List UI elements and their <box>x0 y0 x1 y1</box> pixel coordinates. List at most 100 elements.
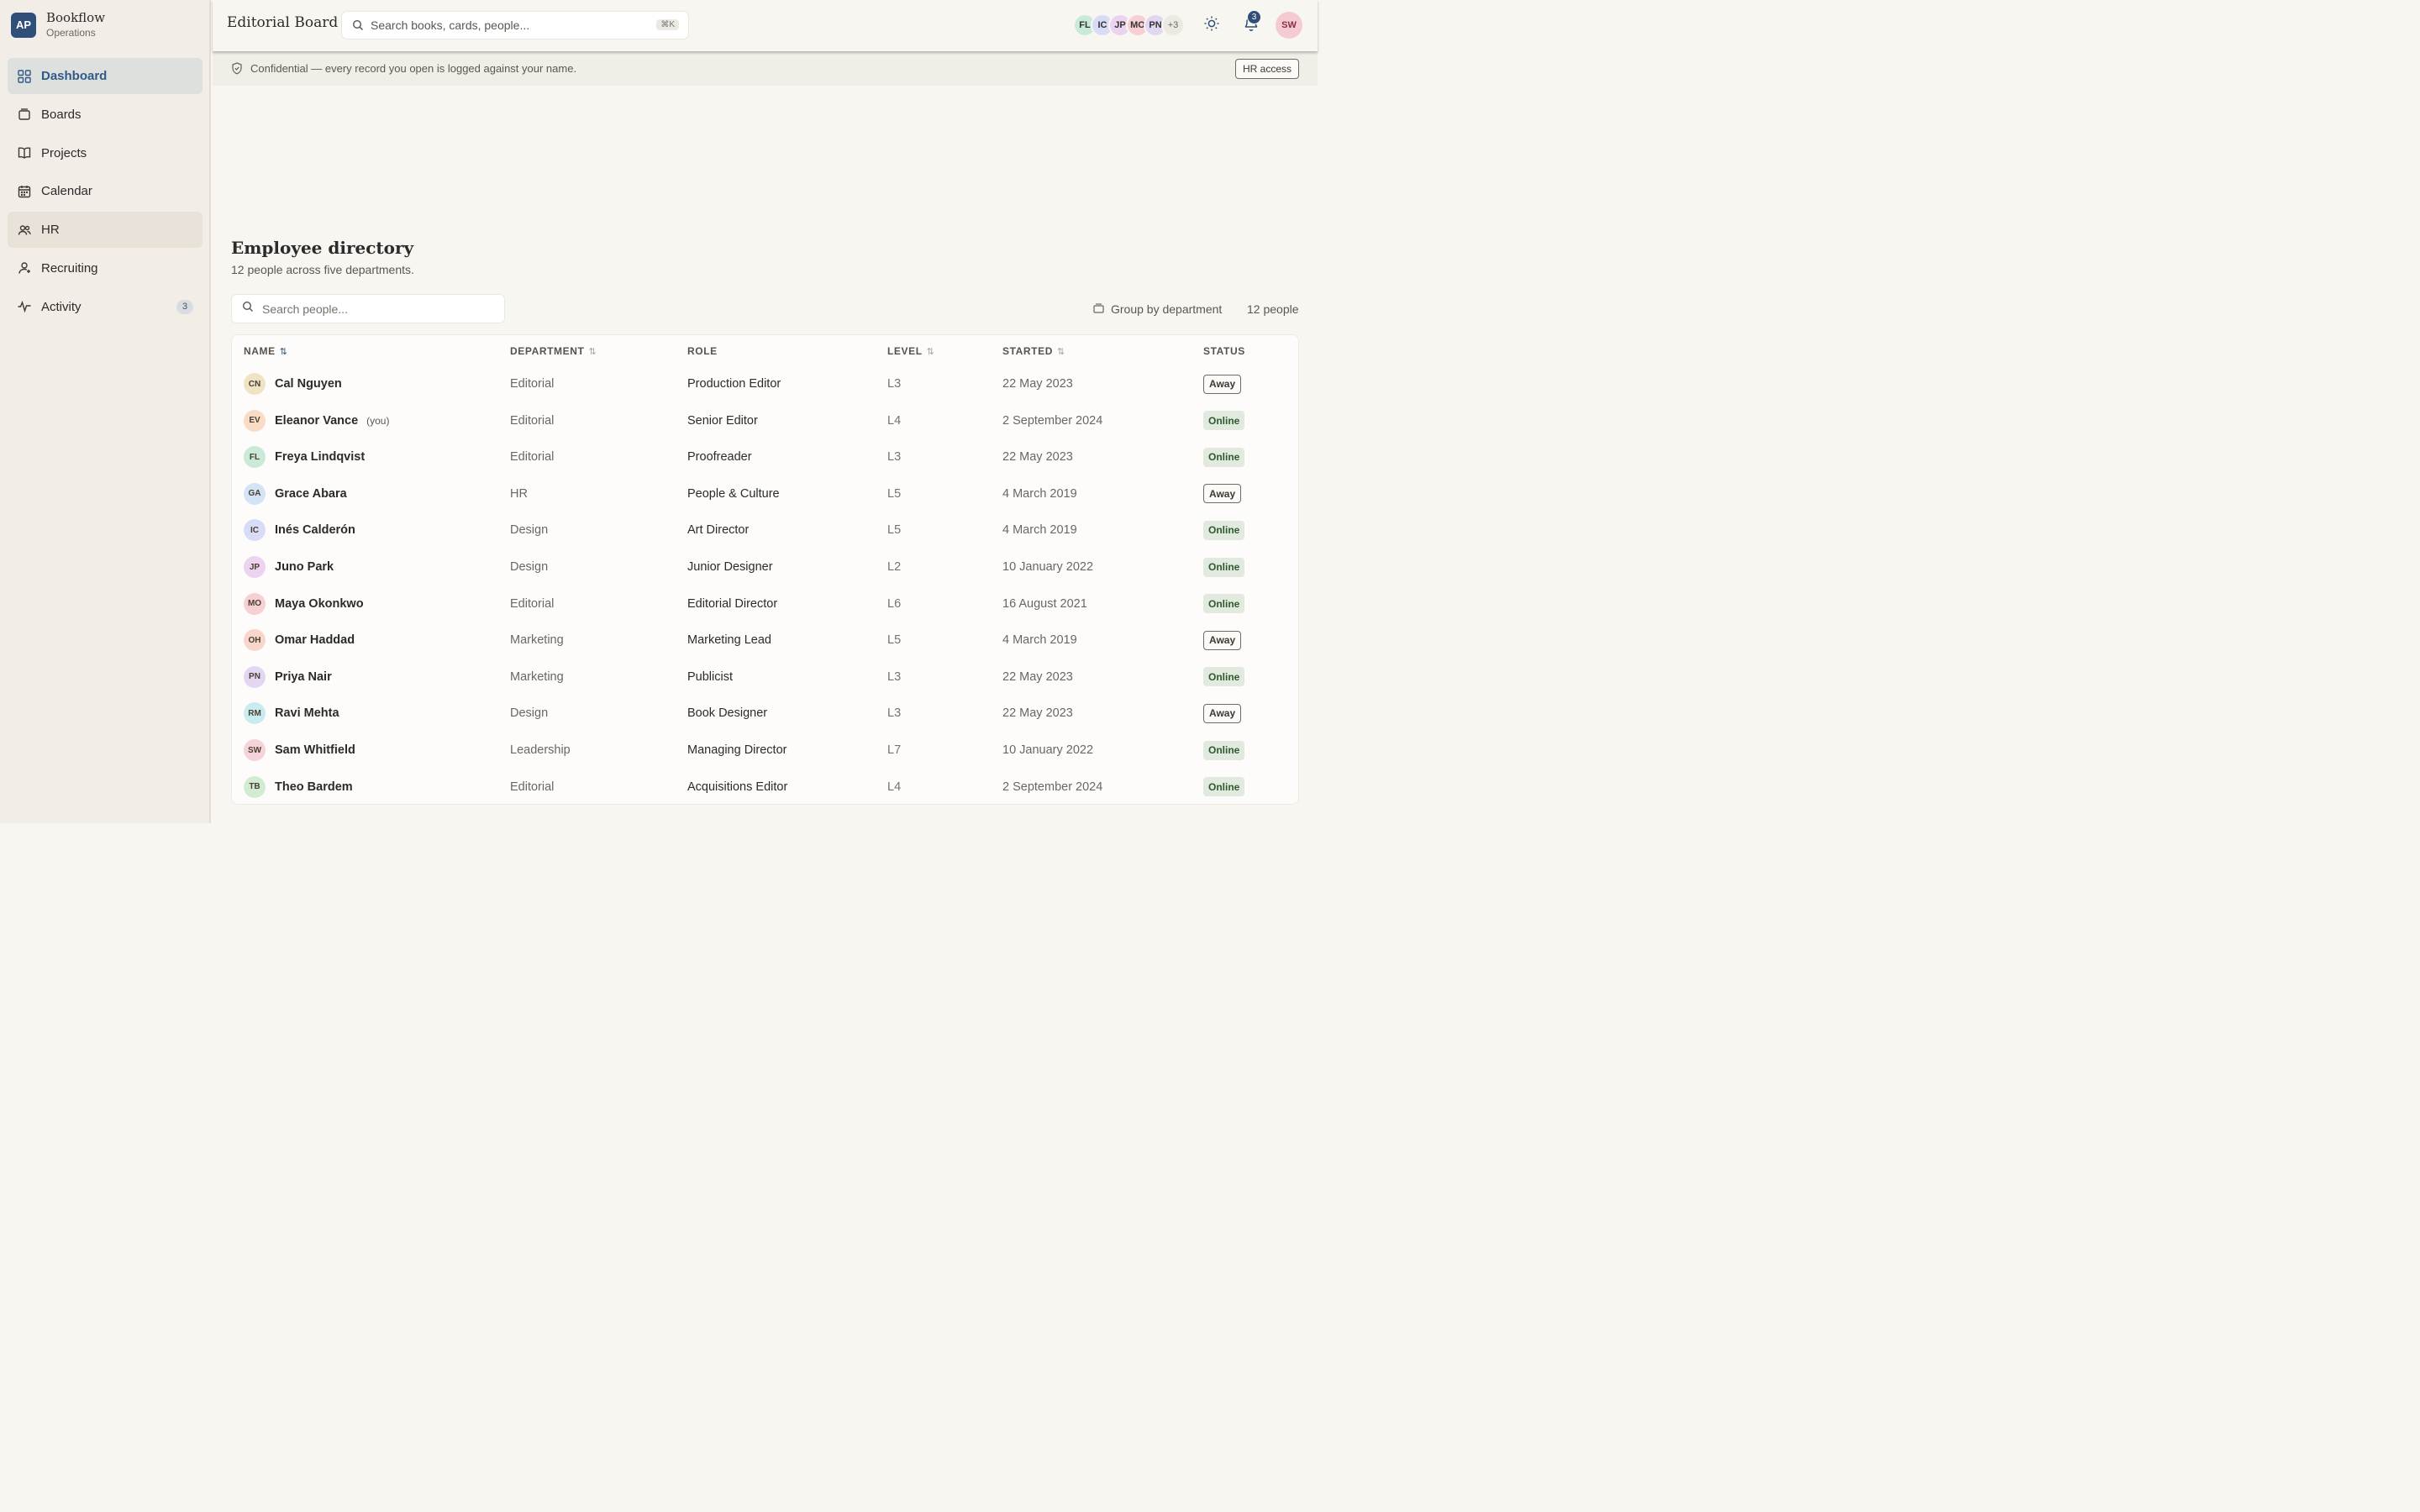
status-cell: Away <box>1203 622 1242 659</box>
status-cell: Online <box>1203 512 1245 549</box>
table-row[interactable]: SW Sam Whitfield Leadership Managing Direct… <box>232 732 1300 769</box>
employee-name: Eleanor Vance <box>275 413 359 428</box>
employee-name: Grace Abara <box>275 486 347 501</box>
column-header-started[interactable]: STARTED ⇅ <box>1002 345 1065 357</box>
level-cell: L7 <box>887 743 902 757</box>
global-search[interactable]: ⌘K <box>341 11 689 39</box>
sort-icon: ⇅ <box>1056 346 1065 357</box>
department-cell: Leadership <box>510 743 571 757</box>
role-cell: Acquisitions Editor <box>687 780 788 794</box>
theme-toggle-button[interactable] <box>1202 15 1222 35</box>
search-icon <box>242 301 254 317</box>
role-cell: Managing Director <box>687 743 787 757</box>
table-row[interactable]: GA Grace Abara HR People & Culture L5 4 March… <box>232 475 1300 512</box>
table-row[interactable]: MO Maya Okonkwo Editorial Editorial Directo… <box>232 585 1300 622</box>
employee-name: Priya Nair <box>275 669 332 684</box>
hr-access-button[interactable]: HR access <box>1234 59 1299 79</box>
employee-name: Juno Park <box>275 560 334 574</box>
started-cell: 4 March 2019 <box>1002 633 1077 648</box>
started-cell: 4 March 2019 <box>1002 523 1077 538</box>
group-by-department-toggle[interactable]: Group by department <box>1093 302 1222 316</box>
global-search-input[interactable] <box>371 18 648 32</box>
status-badge: Online <box>1203 740 1245 760</box>
activity-count-badge: 3 <box>176 299 193 314</box>
table-row[interactable]: RM Ravi Mehta Design Book Designer L3 22 May … <box>232 695 1300 732</box>
column-header-status: STATUS <box>1203 345 1245 357</box>
table-row[interactable]: IC Inés Calderón Design Art Director L5 4 Mar… <box>232 512 1300 549</box>
sidebar-item-hr[interactable]: HR <box>8 212 203 249</box>
level-cell: L6 <box>887 596 902 611</box>
page-title: Editorial Board <box>227 14 339 31</box>
employee-name-cell: FL Freya Lindqvist <box>244 438 365 475</box>
started-cell: 22 May 2023 <box>1002 377 1073 391</box>
sidebar-item-boards[interactable]: Boards <box>8 97 203 133</box>
column-label: STARTED <box>1002 345 1053 357</box>
table-row[interactable]: EV Eleanor Vance (you) Editorial Senior Edit… <box>232 402 1300 439</box>
user-avatar[interactable]: SW <box>1276 12 1302 39</box>
status-cell: Online <box>1203 769 1245 806</box>
status-cell: Online <box>1203 732 1245 769</box>
people-search-input[interactable] <box>262 302 489 316</box>
column-label: DEPARTMENT <box>510 345 585 357</box>
column-header-role: ROLE <box>687 345 718 357</box>
sidebar-item-calendar[interactable]: Calendar <box>8 173 203 209</box>
employee-name: Cal Nguyen <box>275 377 342 391</box>
sidebar-item-dashboard[interactable]: Dashboard <box>8 58 203 94</box>
sidebar-item-label: Boards <box>41 107 82 122</box>
role-cell: Proofreader <box>687 450 752 465</box>
employee-name-cell: GA Grace Abara <box>244 475 347 512</box>
sidebar-item-label: Activity <box>41 299 82 314</box>
sidebar-item-label: HR <box>41 223 60 238</box>
brand-subtitle: Operations <box>46 27 96 39</box>
people-search[interactable] <box>231 294 505 323</box>
role-cell: Junior Designer <box>687 560 773 574</box>
sidebar-item-projects[interactable]: Projects <box>8 135 203 171</box>
sidebar-item-label: Projects <box>41 145 87 160</box>
brand-logo: AP <box>11 12 36 38</box>
avatar: JP <box>244 556 266 578</box>
column-header-level[interactable]: LEVEL ⇅ <box>887 345 935 357</box>
status-cell: Online <box>1203 438 1245 475</box>
presence-avatars[interactable]: FL IC JP MO PN +3 <box>1073 13 1185 37</box>
status-badge: Online <box>1203 557 1245 577</box>
table-row[interactable]: FL Freya Lindqvist Editorial Proofreader L3 2… <box>232 438 1300 475</box>
top-header: Editorial Board ⌘K FLICJPMOPN+3 3 SW <box>213 0 1318 51</box>
employee-name: Freya Lindqvist <box>275 450 366 465</box>
employee-name-cell: EV Eleanor Vance (you) <box>244 402 389 439</box>
avatar: IC <box>244 519 266 542</box>
brand[interactable]: AP Bookflow Operations <box>11 10 105 39</box>
sidebar-item-recruiting[interactable]: Recruiting <box>8 250 203 286</box>
table-row[interactable]: JP Juno Park Design Junior Designer L2 10 Jan… <box>232 549 1300 585</box>
employee-name-cell: IC Inés Calderón <box>244 512 355 549</box>
status-badge: Online <box>1203 777 1245 797</box>
avatar: OH <box>244 629 266 652</box>
status-badge: Away <box>1203 484 1242 504</box>
column-header-name[interactable]: NAME ⇅ <box>244 345 288 357</box>
calendar-icon <box>17 184 32 199</box>
sort-icon: ⇅ <box>279 346 288 357</box>
grid-icon <box>17 69 32 84</box>
avatar: RM <box>244 702 266 725</box>
department-cell: Editorial <box>510 450 555 465</box>
table-row[interactable]: CN Cal Nguyen Editorial Production Editor L3… <box>232 365 1300 402</box>
status-cell: Away <box>1203 695 1242 732</box>
employee-name: Theo Bardem <box>275 780 353 794</box>
group-by-label: Group by department <box>1111 302 1223 316</box>
search-icon <box>352 19 364 31</box>
status-badge: Online <box>1203 520 1245 540</box>
status-badge: Online <box>1203 411 1245 431</box>
table-row[interactable]: TB Theo Bardem Editorial Acquisitions Edito… <box>232 769 1300 806</box>
people-count: 12 people <box>1247 302 1299 316</box>
user-plus-icon <box>17 260 32 276</box>
status-cell: Away <box>1203 475 1242 512</box>
sidebar-item-activity[interactable]: Activity 3 <box>8 289 203 325</box>
department-cell: HR <box>510 486 528 501</box>
table-row[interactable]: OH Omar Haddad Marketing Marketing Lead L5 4 … <box>232 622 1300 659</box>
column-header-department[interactable]: DEPARTMENT ⇅ <box>510 345 597 357</box>
level-cell: L5 <box>887 486 902 501</box>
table-row[interactable]: PN Priya Nair Marketing Publicist L3 22 May 2… <box>232 659 1300 696</box>
presence-avatar[interactable]: +3 <box>1161 13 1185 37</box>
boards-icon <box>17 107 32 122</box>
department-cell: Editorial <box>510 780 555 794</box>
status-badge: Away <box>1203 374 1242 394</box>
